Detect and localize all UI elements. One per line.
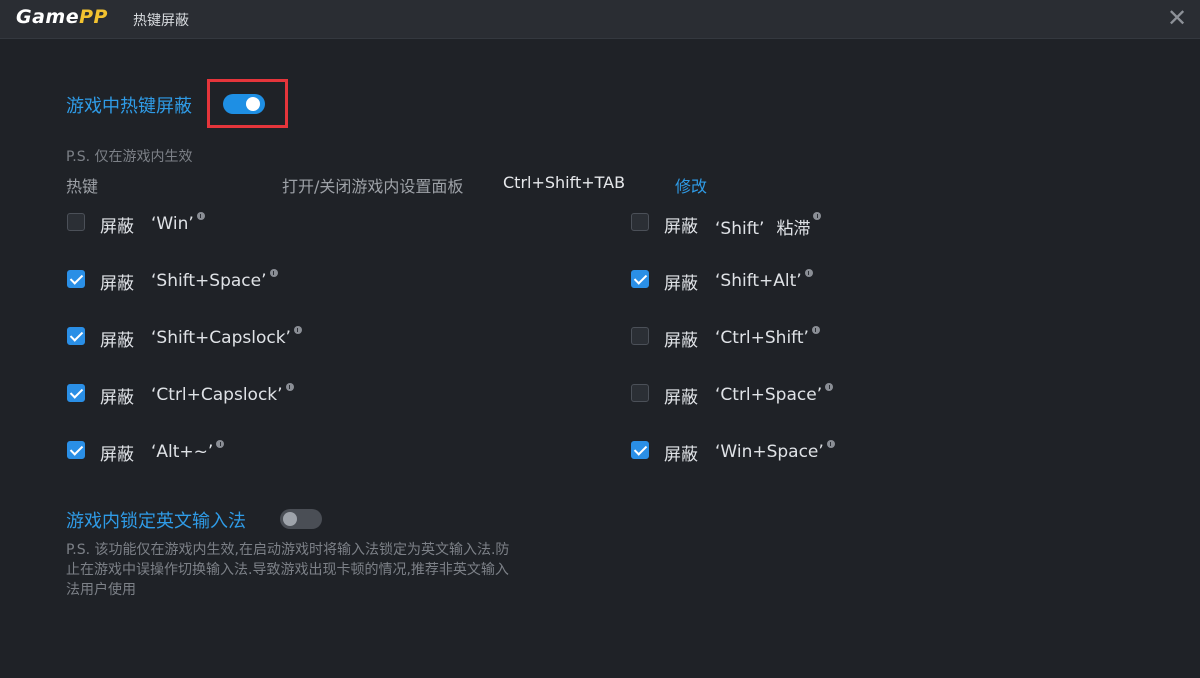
checkbox[interactable] <box>631 327 649 345</box>
info-icon[interactable] <box>293 326 302 334</box>
info-icon[interactable] <box>804 269 813 277</box>
hotkey-label: 热键 <box>66 177 99 196</box>
option-key: ‘Shift+Space’ <box>151 269 278 291</box>
option-key-text: ‘Shift’ <box>715 219 765 239</box>
option-key-text: ‘Alt+~’ <box>151 442 214 462</box>
hotkey-row: 热键 打开/关闭游戏内设置面板 Ctrl+Shift+TAB 修改 <box>66 173 766 197</box>
hotkey-block-note: P.S. 仅在游戏内生效 <box>66 149 193 165</box>
info-icon[interactable] <box>811 326 820 334</box>
info-icon[interactable] <box>269 269 278 277</box>
option-label: 屏蔽 <box>664 217 698 237</box>
option-key: ‘Win+Space’ <box>715 440 835 462</box>
lock-ime-description: P.S. 该功能仅在游戏内生效,在启动游戏时将输入法锁定为英文输入法.防止在游戏… <box>66 542 510 598</box>
checkbox[interactable] <box>67 270 85 288</box>
gamepp-logo: GamePP <box>16 6 108 28</box>
info-icon[interactable] <box>285 383 294 391</box>
hotkey-block-title: 游戏中热键屏蔽 <box>66 96 192 117</box>
highlight-box <box>207 79 288 128</box>
info-icon[interactable] <box>196 212 205 220</box>
checkbox[interactable] <box>631 384 649 402</box>
edit-hotkey-link[interactable]: 修改 <box>675 173 707 197</box>
checkbox[interactable] <box>631 270 649 288</box>
option-label: 屏蔽 <box>664 388 698 408</box>
option-key: ‘Shift’ 粘滞 <box>715 212 822 239</box>
hotkey-description: 打开/关闭游戏内设置面板 <box>282 177 464 196</box>
option-key: ‘Alt+~’ <box>151 440 225 462</box>
info-icon[interactable] <box>216 440 225 448</box>
option-key-text: ‘Win’ <box>151 214 194 234</box>
checkbox[interactable] <box>67 384 85 402</box>
checkbox[interactable] <box>67 213 85 231</box>
option-label: 屏蔽 <box>664 445 698 465</box>
option-key-text: ‘Ctrl+Space’ <box>715 385 823 405</box>
option-key: ‘Ctrl+Space’ <box>715 383 834 405</box>
option-key-text: ‘Ctrl+Shift’ <box>715 328 809 348</box>
option-label: 屏蔽 <box>100 388 134 408</box>
info-icon[interactable] <box>825 383 834 391</box>
checkbox[interactable] <box>631 441 649 459</box>
logo-text-main: Game <box>16 6 80 28</box>
option-label: 屏蔽 <box>664 331 698 351</box>
option-extra-text: 粘滞 <box>776 219 811 239</box>
close-icon[interactable]: ✕ <box>1164 5 1190 31</box>
option-key-text: ‘Ctrl+Capslock’ <box>151 385 283 405</box>
lock-ime-toggle[interactable] <box>280 509 322 529</box>
option-label: 屏蔽 <box>100 331 134 351</box>
toggle-knob <box>283 512 297 526</box>
option-key-text: ‘Win+Space’ <box>715 442 824 462</box>
option-label: 屏蔽 <box>100 445 134 465</box>
option-label: 屏蔽 <box>100 217 134 237</box>
option-key: ‘Ctrl+Shift’ <box>715 326 820 348</box>
checkbox[interactable] <box>67 441 85 459</box>
option-key: ‘Shift+Capslock’ <box>151 326 302 348</box>
option-key-text: ‘Shift+Capslock’ <box>151 328 291 348</box>
option-key: ‘Shift+Alt’ <box>715 269 813 291</box>
checkbox[interactable] <box>631 213 649 231</box>
lock-ime-title: 游戏内锁定英文输入法 <box>66 511 246 532</box>
window-title: 热键屏蔽 <box>133 13 189 29</box>
option-key: ‘Win’ <box>151 212 205 234</box>
option-key: ‘Ctrl+Capslock’ <box>151 383 294 405</box>
option-label: 屏蔽 <box>664 274 698 294</box>
option-label: 屏蔽 <box>100 274 134 294</box>
option-key-text: ‘Shift+Space’ <box>151 271 267 291</box>
info-icon[interactable] <box>826 440 835 448</box>
info-icon[interactable] <box>813 212 822 220</box>
option-key-text: ‘Shift+Alt’ <box>715 271 802 291</box>
title-bar: GamePP 热键屏蔽 ✕ <box>0 0 1200 39</box>
logo-text-accent: PP <box>79 6 108 28</box>
checkbox[interactable] <box>67 327 85 345</box>
hotkey-value: Ctrl+Shift+TAB <box>503 173 626 192</box>
